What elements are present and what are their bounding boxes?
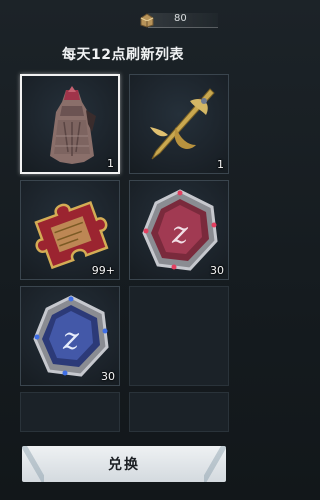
item-slot-cloak[interactable]: 1 xyxy=(20,74,120,174)
currency-amount: 80 xyxy=(174,13,187,24)
exchange-button[interactable]: 兑换 xyxy=(22,446,226,482)
empty-slot xyxy=(129,286,229,386)
svg-text:z: z xyxy=(62,322,79,357)
item-slot-golden-blade[interactable]: 1 xyxy=(129,74,229,174)
button-decoration xyxy=(204,446,226,482)
empty-slot xyxy=(129,392,229,432)
item-slot-red-z-token[interactable]: z 30 xyxy=(129,180,229,280)
item-slot-blue-z-token[interactable]: z 30 xyxy=(20,286,120,386)
item-count: 30 xyxy=(210,264,224,277)
treasure-chest-icon xyxy=(140,13,154,28)
item-count: 1 xyxy=(217,158,224,171)
svg-text:z: z xyxy=(171,216,188,251)
cloak-icon xyxy=(50,86,96,164)
golden-blade-icon xyxy=(150,88,215,160)
empty-slot xyxy=(20,392,120,432)
item-slot-puzzle-piece[interactable]: 99+ xyxy=(20,180,120,280)
page-title: 每天12点刷新列表 xyxy=(62,47,184,63)
exchange-button-label: 兑换 xyxy=(108,457,140,473)
currency-display: 80 xyxy=(138,10,220,30)
button-decoration xyxy=(22,446,44,482)
item-count: 99+ xyxy=(91,264,115,277)
item-count: 1 xyxy=(107,157,114,170)
item-count: 30 xyxy=(101,370,115,383)
